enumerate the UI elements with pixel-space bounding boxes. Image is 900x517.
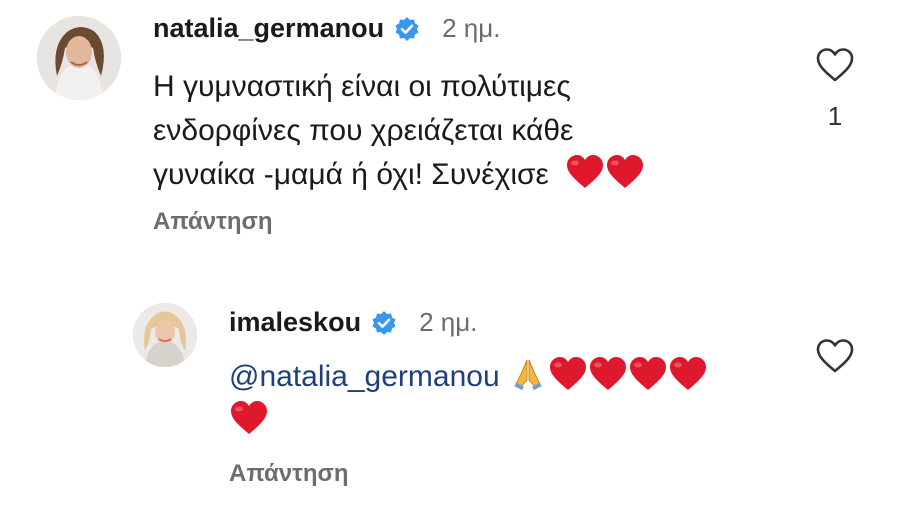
heart-outline-icon[interactable]: [815, 338, 855, 374]
like-count[interactable]: 1: [815, 101, 855, 132]
verified-badge-icon: [371, 310, 397, 336]
red-heart-emoji: [229, 400, 269, 436]
red-heart-emoji: [628, 356, 668, 392]
comment-text-line: Η γυμναστική είναι οι πολύτιμες: [153, 70, 571, 103]
reply-button[interactable]: Απάντηση: [153, 208, 273, 236]
red-heart-emoji: [565, 154, 605, 190]
comment-header: natalia_germanou 2 ημ.: [153, 13, 500, 44]
red-heart-emoji: [588, 356, 628, 392]
username[interactable]: natalia_germanou: [153, 13, 384, 44]
comment-time: 2 ημ.: [419, 307, 478, 337]
comment-header: imaleskou 2 ημ.: [229, 307, 477, 338]
comment-text-line-text: γυναίκα -μαμά ή όχι! Συνέχισε: [153, 158, 549, 191]
comment-text: Η γυμναστική είναι οι πολύτιμες ενδορφίν…: [153, 65, 645, 197]
red-heart-emoji: [668, 356, 708, 392]
verified-badge-icon: [394, 16, 420, 42]
red-heart-emoji: [548, 356, 588, 392]
heart-outline-icon[interactable]: [815, 47, 855, 83]
username[interactable]: imaleskou: [229, 307, 361, 338]
comment-text-line: [229, 399, 708, 443]
folded-hands-emoji: [510, 356, 546, 392]
avatar[interactable]: [133, 303, 197, 367]
comment-text-line: @natalia_germanou: [229, 355, 708, 399]
red-heart-emoji: [605, 154, 645, 190]
comment-text: @natalia_germanou: [229, 355, 708, 443]
reply-button[interactable]: Απάντηση: [229, 460, 349, 488]
comment-time: 2 ημ.: [442, 13, 501, 43]
comment-text-line: ενδορφίνες που χρειάζεται κάθε: [153, 114, 574, 147]
avatar[interactable]: [37, 16, 121, 100]
comment-text-line: γυναίκα -μαμά ή όχι! Συνέχισε: [153, 153, 645, 197]
mention-link[interactable]: @natalia_germanou: [229, 360, 500, 393]
